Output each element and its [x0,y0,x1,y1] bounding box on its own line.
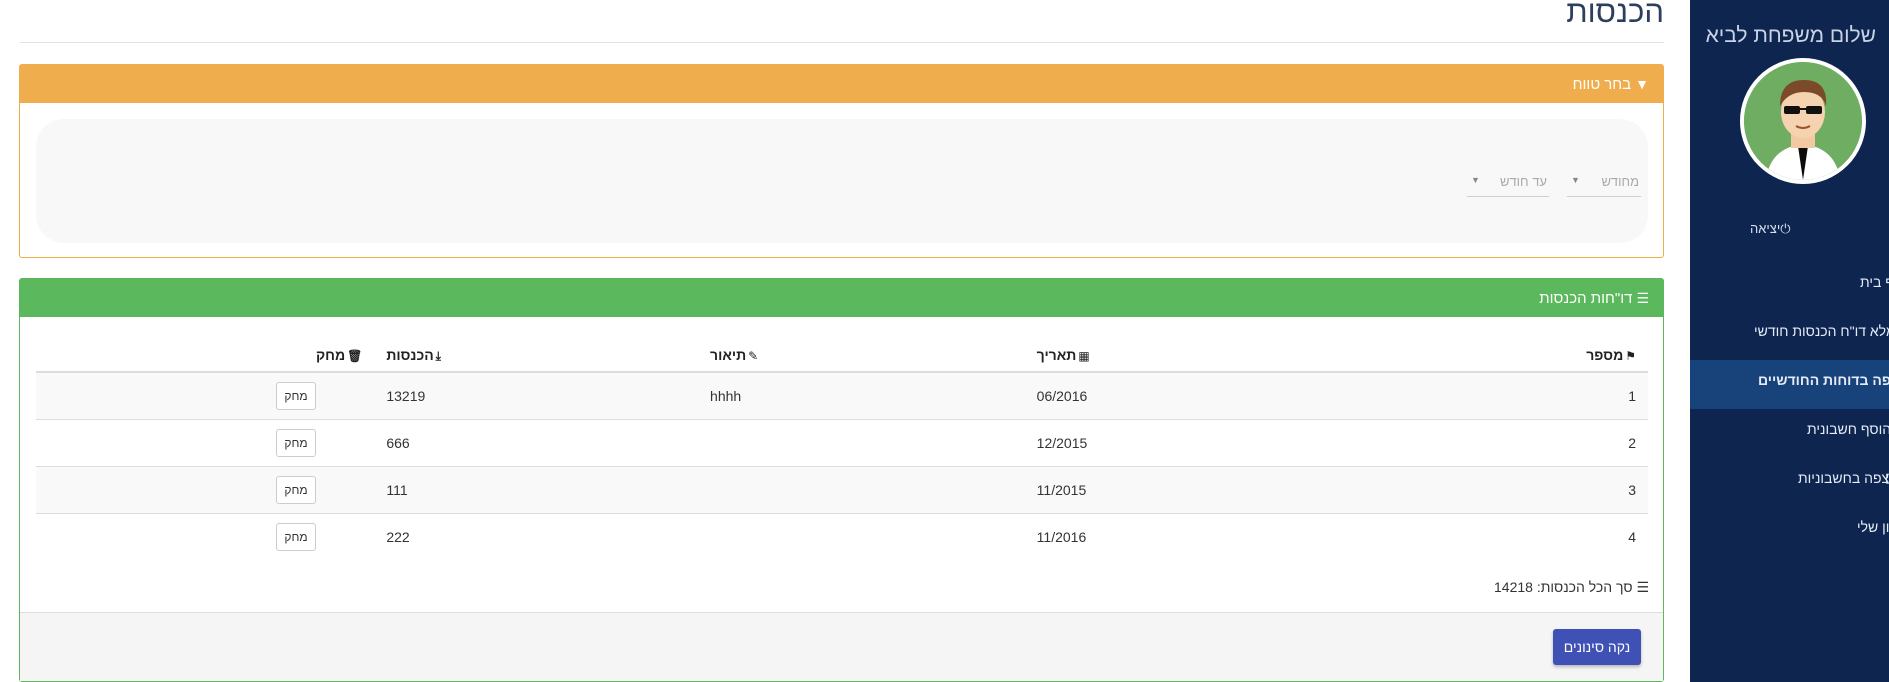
table-row: 1 06/2016 hhhh 13219 מחק [36,371,1648,420]
avatar [1740,58,1866,184]
table-header-row: ⚑מספר ▦תאריך ✎תיאור ⤓הכנסות 🗑מחק [36,339,1648,373]
report-panel: ☰דו"חות הכנסות ⚑מספר ▦תאריך ✎תיאור ⤓הכנס… [19,278,1664,682]
cell-number: 4 [1374,513,1648,560]
edit-icon: ✎ [748,349,759,363]
cell-description: hhhh [698,371,1025,420]
sidebar-nav: דף בית⌂ מלא דו"ח הכנסות חודשי▤ צפה בדוחו… [1690,262,1889,556]
col-delete: 🗑מחק [36,339,375,373]
table-row: 3 11/2015 111 מחק [36,466,1648,514]
sidebar-item-view-reports[interactable]: צפה בדוחות החודשיים⚖ [1690,360,1889,409]
cell-date: 11/2015 [1024,466,1375,514]
table-row: 2 12/2015 666 מחק [36,419,1648,467]
clear-filters-button[interactable]: נקה סינונים [1553,629,1641,665]
list-icon: ☰ [1636,579,1649,595]
from-month-select[interactable]: מחודש ▼ [1567,172,1641,197]
delete-button[interactable]: מחק [276,429,316,457]
sidebar-item-home[interactable]: דף בית⌂ [1690,262,1889,311]
flag-icon: ⚑ [1625,349,1636,363]
receipt-icon: ▯ [1885,470,1889,485]
total-value: 14218 [1494,579,1533,595]
sidebar-item-fill-report[interactable]: מלא דו"ח הכנסות חודשי▤ [1690,311,1889,360]
cell-number: 1 [1374,371,1648,420]
caret-down-icon: ▼ [1471,175,1480,185]
report-panel-header: ☰דו"חות הכנסות [20,279,1663,317]
cell-description [698,513,1025,560]
cell-delete: מחק [36,371,375,420]
to-month-select[interactable]: עד חודש ▼ [1467,172,1549,197]
trash-icon: 🗑 [347,349,363,363]
income-total: ☰ סך הכל הכנסות: 14218 [1494,579,1649,595]
download-icon: ⤓ [435,348,441,363]
greeting: שלום משפחת לביא [1705,24,1876,47]
sidebar-item-view-invoices[interactable]: צפה בחשבוניות ▯ [1690,458,1889,507]
table-row: 4 11/2016 222 מחק [36,513,1648,560]
filter-icon: ▼ [1635,76,1649,92]
delete-button[interactable]: מחק [276,476,316,504]
cell-date: 12/2015 [1024,419,1375,467]
col-date: ▦תאריך [1024,339,1375,373]
title-divider [20,42,1664,43]
sidebar-item-my-account[interactable]: החשבון שלי● [1690,507,1889,556]
filter-well: מחודש ▼ עד חודש ▼ [36,119,1648,243]
power-icon: ⏻ [1780,221,1791,236]
sidebar: שלום משפחת לביא ⏻יציאה דף בית⌂ מלא דו"ח … [1690,0,1889,682]
cell-delete: מחק [36,513,375,560]
cell-date: 11/2016 [1024,513,1375,560]
delete-button[interactable]: מחק [276,382,316,410]
cell-description [698,466,1025,514]
filter-panel-header: ▼בחר טווח [20,65,1663,103]
col-income: ⤓הכנסות [374,339,699,373]
caret-down-icon: ▼ [1571,175,1580,185]
cell-income: 111 [374,466,699,514]
cell-description [698,419,1025,467]
col-number: ⚑מספר [1374,339,1648,373]
col-description: ✎תיאור [698,339,1025,373]
income-table: ⚑מספר ▦תאריך ✎תיאור ⤓הכנסות 🗑מחק 1 06/20… [36,339,1648,560]
sidebar-item-add-invoice[interactable]: הוסף חשבונית+ [1690,409,1889,458]
report-panel-footer: נקה סינונים [20,612,1663,681]
cell-date: 06/2016 [1024,371,1375,420]
cell-income: 666 [374,419,699,467]
cell-delete: מחק [36,419,375,467]
page-title: הכנסות [1566,0,1664,29]
delete-button[interactable]: מחק [276,523,316,551]
cell-income: 13219 [374,371,699,420]
calendar-icon: ▦ [1078,349,1090,363]
logout-link[interactable]: ⏻יציאה [1750,221,1791,237]
filter-panel: ▼בחר טווח מחודש ▼ עד חודש ▼ [19,64,1664,258]
cell-delete: מחק [36,466,375,514]
cell-number: 3 [1374,466,1648,514]
cell-income: 222 [374,513,699,560]
cell-number: 2 [1374,419,1648,467]
database-icon: ☰ [1636,290,1649,306]
